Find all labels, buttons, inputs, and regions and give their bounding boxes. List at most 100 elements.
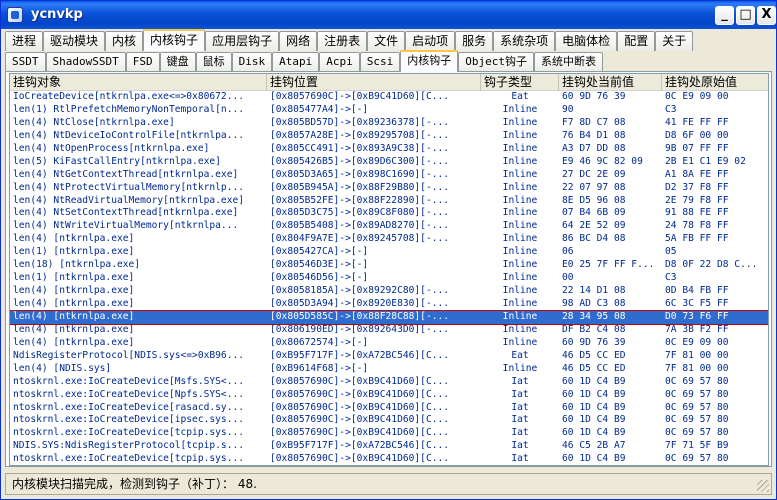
table-row[interactable]: len(4) NtGetContextThread[ntkrnlpa.exe] […: [10, 168, 768, 182]
table-cell: 0C 69 57 80: [665, 453, 729, 465]
table-row[interactable]: ntoskrnl.exe:IoCreateDevice[tcpip.sys...…: [10, 427, 768, 440]
table-cell: [0x80546D56]->[-]: [270, 272, 369, 284]
table-cell: Iat: [511, 401, 529, 413]
close-button[interactable]: X: [757, 6, 776, 25]
tab-12[interactable]: 配置: [617, 31, 656, 51]
table-cell: Inline: [502, 220, 538, 232]
column-header-1[interactable]: 挂钩位置: [267, 74, 481, 91]
tab-5[interactable]: 网络: [279, 31, 318, 51]
table-row[interactable]: len(4) [ntkrnlpa.exe] [0x80672574]->[-] In…: [10, 337, 768, 350]
subtab-10[interactable]: Object钩子: [458, 52, 534, 72]
subtab-5[interactable]: Disk: [231, 52, 273, 72]
table-row[interactable]: ntoskrnl.exe:IoCreateDevice[Npfs.SYS<...…: [10, 388, 768, 402]
table-cell: [0x805426B5]->[0x89D6C300][-...: [270, 155, 450, 167]
table-cell: Inline: [502, 207, 538, 219]
subtab-4[interactable]: 鼠标: [195, 52, 232, 72]
table-row[interactable]: ntoskrnl.exe:IoCreateDevice[tcpip.sys...…: [10, 453, 768, 465]
table-row[interactable]: len(4) NtClose[ntkrnlpa.exe] [0x805BD57D]…: [10, 117, 768, 130]
tab-9[interactable]: 服务: [455, 31, 494, 51]
title-bar[interactable]: ycnvkp _ □ X: [1, 1, 776, 29]
minimize-button[interactable]: _: [715, 6, 734, 25]
hook-list[interactable]: 挂钩对象 挂钩位置 钩子类型 挂钩处当前值 挂钩处原始值 IoCreateDevice[…: [9, 73, 769, 466]
subtab-2[interactable]: FSD: [125, 52, 160, 72]
table-row[interactable]: len(4) NtProtectVirtualMemory[ntkrnlp...…: [10, 182, 768, 195]
table-cell: E0 25 7F FF F...: [562, 259, 655, 271]
table-row[interactable]: len(5) KiFastCallEntry[ntkrnlpa.exe] [0x8…: [10, 155, 768, 169]
table-cell: E9 46 9C 82 09: [562, 155, 643, 167]
tab-13[interactable]: 关于: [655, 31, 694, 51]
table-cell: 60 1D C4 B9: [562, 388, 626, 400]
column-header-0[interactable]: 挂钩对象: [10, 74, 267, 91]
tab-8[interactable]: 启动项: [405, 31, 456, 51]
table-cell: 2E 79 F8 FF: [665, 194, 729, 206]
table-row[interactable]: len(4) NtSetContextThread[ntkrnlpa.exe] […: [10, 207, 768, 220]
table-cell: [0x805D585C]->[0x88F28C88][-...: [270, 310, 450, 322]
table-cell: [0x804F9A7E]->[0x89245708][-...: [270, 233, 450, 245]
table-row[interactable]: NdisRegisterProtocol[NDIS.sys<=>0xB96...…: [10, 349, 768, 363]
subtab-3[interactable]: 键盘: [159, 52, 196, 72]
main-tabs: 进程 驱动模块 内核 内核钩子 应用层钩子 网络 注册表 文件 启动项 服务 系统杂项 电脑体检 配置关…: [5, 29, 694, 51]
subtab-11[interactable]: 系统中断表: [533, 52, 603, 72]
table-cell: Inline: [502, 323, 538, 335]
table-cell: ntoskrnl.exe:IoCreateDevice[Npfs.SYS<...: [13, 388, 245, 400]
table-row[interactable]: len(4) NtWriteVirtualMemory[ntkrnlpa... […: [10, 220, 768, 233]
table-row[interactable]: len(4) [ntkrnlpa.exe] [0x806190ED]->[0x89…: [10, 323, 768, 337]
table-cell: 06: [562, 246, 574, 258]
maximize-button[interactable]: □: [736, 6, 755, 25]
subtab-1[interactable]: ShadowSSDT: [45, 52, 126, 72]
table-row[interactable]: IoCreateDevice[ntkrnlpa.exe<=>0x80672...…: [10, 91, 768, 104]
table-row[interactable]: len(4) [NDIS.sys] [0xB9614F68]->[-] Inline…: [10, 363, 768, 376]
table-cell: len(1) RtlPrefetchMemoryNonTemporal[n...: [13, 103, 245, 115]
table-cell: C3: [665, 103, 677, 115]
tab-11[interactable]: 电脑体检: [555, 31, 618, 51]
subtab-6[interactable]: Atapi: [272, 52, 320, 72]
tab-0[interactable]: 进程: [5, 31, 44, 51]
subtab-7[interactable]: Acpi: [319, 52, 360, 72]
table-row[interactable]: len(4) [ntkrnlpa.exe] [0x805D585C]->[0x88…: [10, 309, 768, 325]
table-cell: 0D B4 FB FF: [665, 285, 729, 297]
table-row[interactable]: ntoskrnl.exe:IoCreateDevice[Msfs.SYS<...…: [10, 375, 768, 389]
table-row[interactable]: ntoskrnl.exe:IoCreateDevice[ipsec.sys...…: [10, 414, 768, 427]
tab-2[interactable]: 内核: [105, 31, 144, 51]
app-icon: [7, 7, 23, 23]
subtab-9[interactable]: 内核钩子: [400, 50, 459, 72]
table-row[interactable]: len(18) [ntkrnlpa.exe] [0x80546D3E]->[-] I…: [10, 259, 768, 272]
table-cell: [0x8057690C]->[0xB9C41D60][C...: [270, 375, 450, 387]
tab-6[interactable]: 注册表: [317, 31, 368, 51]
column-header-3[interactable]: 挂钩处当前值: [559, 74, 662, 91]
tab-7[interactable]: 文件: [367, 31, 406, 51]
table-cell: Inline: [502, 155, 538, 167]
subtab-0[interactable]: SSDT: [5, 52, 46, 72]
table-row[interactable]: ntoskrnl.exe:IoCreateDevice[rasacd.sy...…: [10, 401, 768, 415]
table-cell: [0x805477A4]->[-]: [270, 103, 369, 115]
table-cell: 24 78 F8 FF: [665, 220, 729, 232]
table-row[interactable]: len(1) [ntkrnlpa.exe] [0x80546D56]->[-] In…: [10, 272, 768, 285]
table-row[interactable]: len(4) [ntkrnlpa.exe] [0x804F9A7E]->[0x89…: [10, 233, 768, 246]
column-header-4[interactable]: 挂钩处原始值: [662, 74, 768, 91]
tab-4[interactable]: 应用层钩子: [205, 31, 280, 51]
table-row[interactable]: len(1) RtlPrefetchMemoryNonTemporal[n...…: [10, 103, 768, 117]
table-cell: [0x805D3A94]->[0x8920E830][-...: [270, 298, 450, 309]
subtab-8[interactable]: Scsi: [359, 52, 401, 72]
resize-grip[interactable]: [757, 480, 769, 492]
tab-10[interactable]: 系统杂项: [493, 31, 556, 51]
table-cell: [0x805427CA]->[-]: [270, 246, 369, 258]
table-row[interactable]: len(4) NtOpenProcess[ntkrnlpa.exe] [0x805…: [10, 143, 768, 156]
table-row[interactable]: NDIS.SYS:NdisRegisterProtocol[tcpip.s...…: [10, 440, 768, 453]
table-row[interactable]: len(4) NtDeviceIoControlFile[ntkrnlpa...…: [10, 130, 768, 143]
table-cell: 7F 71 5F B9: [665, 440, 729, 452]
table-cell: 00: [562, 272, 574, 284]
table-row[interactable]: len(4) [ntkrnlpa.exe] [0x805D3A94]->[0x89…: [10, 298, 768, 311]
table-cell: 60 1D C4 B9: [562, 453, 626, 465]
table-cell: D8 0F 22 D8 C...: [665, 259, 758, 271]
table-row[interactable]: len(4) [ntkrnlpa.exe] [0x8058185A]->[0x89…: [10, 285, 768, 298]
table-cell: [0x805D3A65]->[0x898C1690][-...: [270, 168, 450, 180]
table-cell: D0 73 F6 FF: [665, 310, 729, 322]
tab-3[interactable]: 内核钩子: [143, 29, 206, 51]
column-header-2[interactable]: 钩子类型: [481, 74, 559, 91]
tab-1[interactable]: 驱动模块: [43, 31, 106, 51]
table-row[interactable]: len(1) [ntkrnlpa.exe] [0x805427CA]->[-] In…: [10, 246, 768, 259]
table-cell: 7F 81 00 00: [665, 349, 729, 361]
table-row[interactable]: len(4) NtReadVirtualMemory[ntkrnlpa.exe]…: [10, 194, 768, 208]
table-cell: 6C 3C F5 FF: [665, 298, 729, 309]
